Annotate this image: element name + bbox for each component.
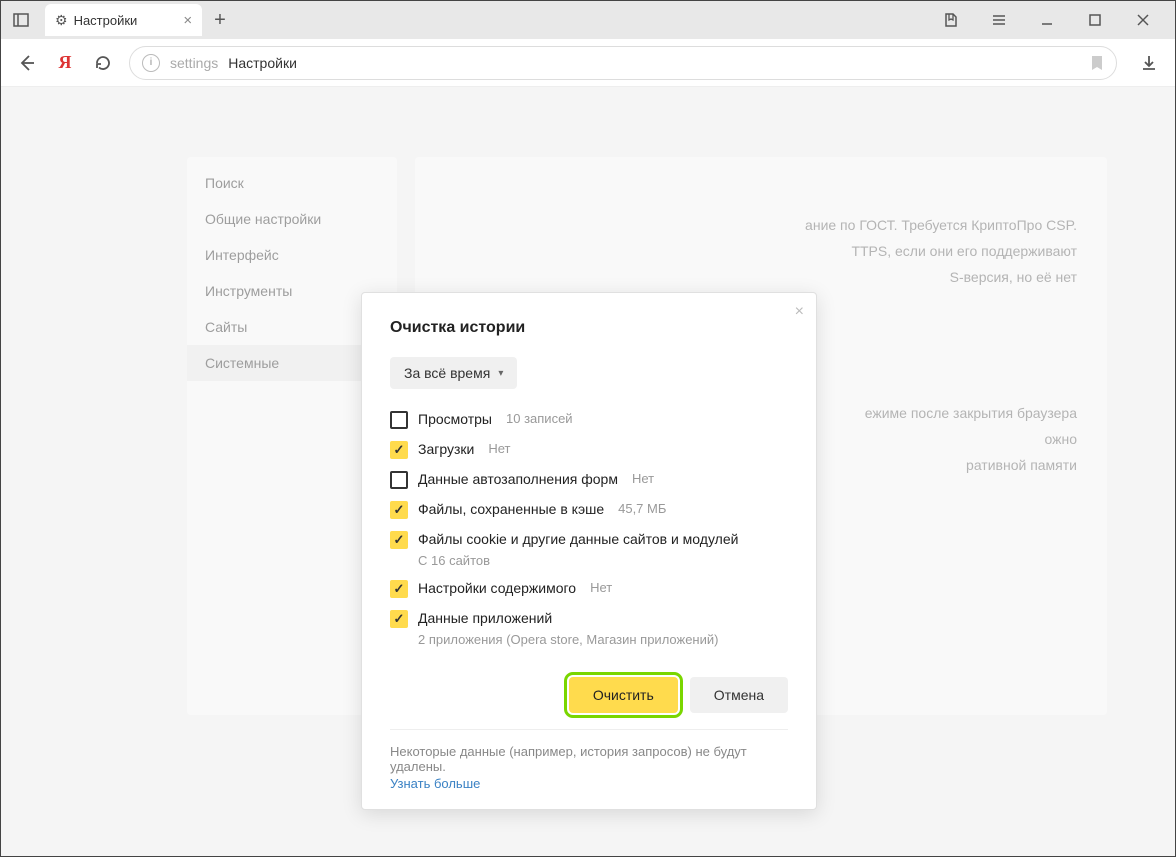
content-area: Поиск Общие настройки Интерфейс Инструме… [1, 87, 1175, 856]
check-sublabel: Нет [488, 441, 510, 456]
check-sublabel: 10 записей [506, 411, 573, 426]
site-info-icon[interactable]: i [142, 54, 160, 72]
checkbox[interactable] [390, 411, 408, 429]
check-row: Файлы cookie и другие данные сайтов и мо… [390, 531, 788, 549]
checkbox[interactable] [390, 471, 408, 489]
check-row: Данные приложений [390, 610, 788, 628]
modal-actions: Очистить Отмена [390, 677, 788, 713]
active-tab[interactable]: ⚙ Настройки × [45, 4, 202, 36]
bg-text: TTPS, если они его поддерживают [445, 243, 1077, 259]
checkbox[interactable] [390, 610, 408, 628]
check-row: Данные автозаполнения форм Нет [390, 471, 788, 489]
yandex-icon[interactable]: Я [53, 51, 77, 75]
gear-icon: ⚙ [55, 12, 68, 29]
bookmark-icon[interactable] [1090, 55, 1104, 71]
check-sublabel: 45,7 МБ [618, 501, 666, 516]
menu-icon[interactable] [985, 6, 1013, 34]
check-label: Просмотры [418, 411, 492, 427]
clear-history-modal: × Очистка истории За всё время ▾ Просмот… [361, 292, 817, 810]
check-label: Данные приложений [418, 610, 552, 626]
maximize-button[interactable] [1081, 6, 1109, 34]
check-label: Файлы, сохраненные в кэше [418, 501, 604, 517]
learn-more-link[interactable]: Узнать больше [390, 776, 788, 791]
footer-text: Некоторые данные (например, история запр… [390, 744, 747, 774]
checkbox[interactable] [390, 501, 408, 519]
check-row: Просмотры 10 записей [390, 411, 788, 429]
back-button[interactable] [15, 51, 39, 75]
check-row: Настройки содержимого Нет [390, 580, 788, 598]
check-row: Загрузки Нет [390, 441, 788, 459]
check-label: Данные автозаполнения форм [418, 471, 618, 487]
new-tab-button[interactable]: + [214, 9, 226, 32]
close-tab-icon[interactable]: × [183, 12, 192, 29]
check-subline: 2 приложения (Opera store, Магазин прило… [418, 632, 788, 647]
sidebar-toggle-icon[interactable] [7, 6, 35, 34]
checkbox[interactable] [390, 441, 408, 459]
close-modal-icon[interactable]: × [795, 303, 804, 321]
check-row: Файлы, сохраненные в кэше 45,7 МБ [390, 501, 788, 519]
address-protocol: settings [170, 55, 218, 71]
modal-footer: Некоторые данные (например, история запр… [390, 729, 788, 791]
browser-window: ⚙ Настройки × + Я [0, 0, 1176, 857]
reload-button[interactable] [91, 51, 115, 75]
clear-options-list: Просмотры10 записейЗагрузкиНетДанные авт… [390, 411, 788, 647]
time-range-select[interactable]: За всё время ▾ [390, 357, 517, 389]
check-subline: С 16 сайтов [418, 553, 788, 568]
sidebar-item-interface[interactable]: Интерфейс [187, 237, 397, 273]
close-window-button[interactable] [1129, 6, 1157, 34]
chevron-down-icon: ▾ [498, 368, 503, 379]
bg-text: ание по ГОСТ. Требуется КриптоПро CSP. [445, 217, 1077, 233]
check-sublabel: Нет [590, 580, 612, 595]
bg-text: S-версия, но её нет [445, 269, 1077, 285]
bookmark-all-icon[interactable] [937, 6, 965, 34]
time-range-label: За всё время [404, 365, 490, 381]
tab-title: Настройки [74, 13, 138, 28]
clear-button[interactable]: Очистить [569, 677, 678, 713]
tab-bar: ⚙ Настройки × + [1, 1, 1175, 39]
checkbox[interactable] [390, 531, 408, 549]
check-label: Настройки содержимого [418, 580, 576, 596]
sidebar-item-search[interactable]: Поиск [187, 165, 397, 201]
minimize-button[interactable] [1033, 6, 1061, 34]
address-title: Настройки [228, 55, 297, 71]
check-sublabel: Нет [632, 471, 654, 486]
checkbox[interactable] [390, 580, 408, 598]
check-label: Файлы cookie и другие данные сайтов и мо… [418, 531, 738, 547]
address-bar[interactable]: i settings Настройки [129, 46, 1117, 80]
downloads-button[interactable] [1137, 51, 1161, 75]
cancel-button[interactable]: Отмена [690, 677, 788, 713]
sidebar-item-general[interactable]: Общие настройки [187, 201, 397, 237]
window-controls [937, 6, 1169, 34]
modal-title: Очистка истории [390, 319, 788, 337]
toolbar: Я i settings Настройки [1, 39, 1175, 87]
check-label: Загрузки [418, 441, 474, 457]
